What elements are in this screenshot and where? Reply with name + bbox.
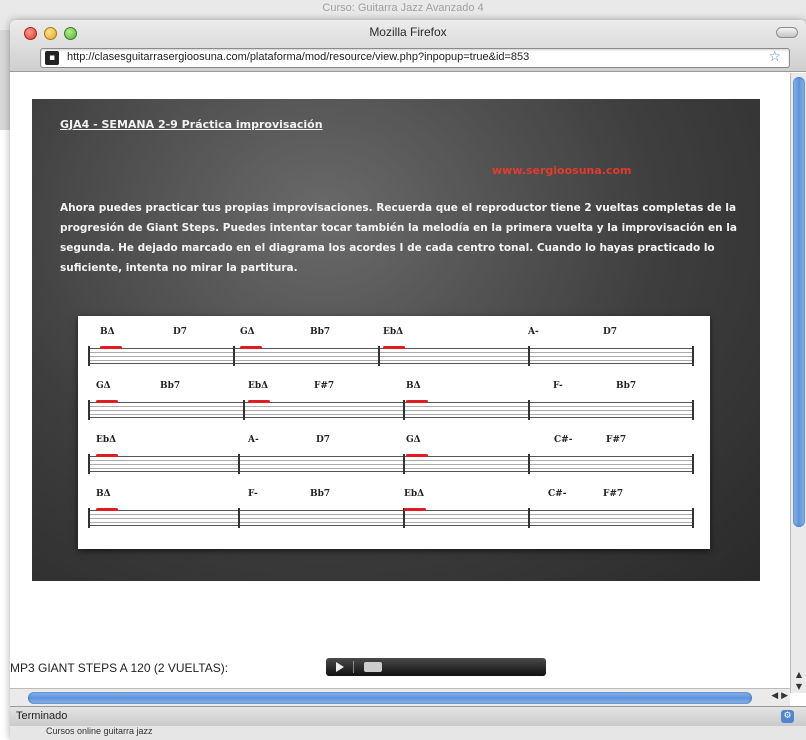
barline xyxy=(378,346,380,366)
tonal-center-marker xyxy=(248,400,270,403)
status-text: Terminado xyxy=(16,710,68,722)
chord-symbol: EbΔ xyxy=(404,489,425,499)
chord-symbol: F- xyxy=(553,381,563,391)
chord-symbol: EbΔ xyxy=(96,435,117,445)
chord-symbol: Bb7 xyxy=(310,489,331,499)
chord-chart-sheet: BΔ D7 GΔ Bb7 EbΔ A- D7 GΔ Bb7 EbΔ F#7 BΔ F- Bb7 EbΔ A- D… xyxy=(78,316,710,549)
vertical-scroll-arrows[interactable]: ▲ ▼ xyxy=(791,669,806,693)
chord-symbol: D7 xyxy=(603,327,618,337)
chord-symbol: F#7 xyxy=(314,381,335,391)
page-content: GJA4 - SEMANA 2-9 Práctica improvisación… xyxy=(10,73,790,693)
barline xyxy=(528,346,530,366)
horizontal-scroll-thumb[interactable] xyxy=(28,692,752,704)
chord-symbol: A- xyxy=(248,435,259,445)
tonal-center-marker xyxy=(100,346,122,349)
barline xyxy=(528,400,530,420)
barline xyxy=(403,508,405,528)
tonal-center-marker xyxy=(406,400,428,403)
chord-symbol: C#- xyxy=(554,435,573,445)
barline xyxy=(243,400,245,420)
chord-symbol: GΔ xyxy=(406,435,421,445)
barline xyxy=(692,346,694,366)
chord-symbol: GΔ xyxy=(240,327,255,337)
barline xyxy=(88,454,90,474)
barline xyxy=(88,508,90,528)
chord-chart-row: GΔ Bb7 EbΔ F#7 BΔ F- Bb7 xyxy=(88,378,694,420)
player-divider xyxy=(353,661,354,673)
barline xyxy=(692,454,694,474)
chord-symbol: F#7 xyxy=(606,435,627,445)
barline xyxy=(238,454,240,474)
firefox-window: Mozilla Firefox ▪ http://clasesguitarras… xyxy=(10,20,806,740)
chord-symbol: F- xyxy=(248,489,258,499)
url-text[interactable]: http://clasesguitarrasergioosuna.com/pla… xyxy=(67,51,529,63)
lesson-body-text: Ahora puedes practicar tus propias impro… xyxy=(60,202,737,274)
chord-symbol: F#7 xyxy=(603,489,624,499)
window-title: Mozilla Firefox xyxy=(369,25,447,39)
barline xyxy=(88,400,90,420)
chord-symbol: EbΔ xyxy=(383,327,404,337)
mp3-label: MP3 GIANT STEPS A 120 (2 VUELTAS): xyxy=(10,661,229,675)
toolbar-toggle-button[interactable] xyxy=(776,27,798,38)
window-titlebar: Mozilla Firefox ▪ http://clasesguitarras… xyxy=(10,20,806,72)
staff-lines xyxy=(88,510,694,526)
chord-symbol: D7 xyxy=(173,327,188,337)
bookmark-star-icon[interactable]: ☆ xyxy=(768,49,781,65)
chord-symbol: BΔ xyxy=(96,489,111,499)
addon-status-icon[interactable]: ⚙ xyxy=(781,710,794,723)
tonal-center-marker xyxy=(383,346,405,349)
barline xyxy=(403,454,405,474)
vertical-scrollbar[interactable]: ▲ ▼ xyxy=(790,73,806,693)
taskbar-item[interactable]: Cursos online guitarra jazz xyxy=(46,726,153,736)
lesson-title: GJA4 - SEMANA 2-9 Práctica improvisación xyxy=(60,118,323,131)
play-icon[interactable] xyxy=(336,662,344,672)
barline xyxy=(238,508,240,528)
chord-symbol: D7 xyxy=(316,435,331,445)
tonal-center-marker xyxy=(96,454,118,457)
website-label: www.sergioosuna.com xyxy=(492,164,632,177)
chord-chart-row: EbΔ A- D7 GΔ C#- F#7 xyxy=(88,432,694,474)
lesson-panel: GJA4 - SEMANA 2-9 Práctica improvisación… xyxy=(32,99,760,581)
address-bar[interactable]: ▪ http://clasesguitarrasergioosuna.com/p… xyxy=(40,48,790,68)
horizontal-scrollbar[interactable]: ◀ ▶ xyxy=(10,688,790,706)
background-window-title: Curso: Guitarra Jazz Avanzado 4 xyxy=(322,2,484,14)
staff-lines xyxy=(88,402,694,418)
tonal-center-marker xyxy=(404,508,426,511)
status-bar: Terminado ⚙ xyxy=(10,706,806,726)
staff-lines xyxy=(88,348,694,364)
barline xyxy=(528,454,530,474)
chord-symbol: C#- xyxy=(548,489,567,499)
volume-slider-knob[interactable] xyxy=(364,662,382,672)
horizontal-scroll-arrows[interactable]: ◀ ▶ xyxy=(771,691,788,701)
chord-symbol: Bb7 xyxy=(310,327,331,337)
site-identity-icon[interactable]: ▪ xyxy=(45,51,59,65)
tonal-center-marker xyxy=(96,400,118,403)
barline xyxy=(692,400,694,420)
audio-player[interactable] xyxy=(326,658,546,676)
barline xyxy=(692,508,694,528)
tonal-center-marker xyxy=(240,346,262,349)
chord-symbol: Bb7 xyxy=(160,381,181,391)
background-taskbar: Cursos online guitarra jazz xyxy=(10,726,806,740)
chord-symbol: EbΔ xyxy=(248,381,269,391)
tonal-center-marker xyxy=(406,454,428,457)
chord-symbol: Bb7 xyxy=(616,381,637,391)
staff-lines xyxy=(88,456,694,472)
chord-chart-row: BΔ F- Bb7 EbΔ C#- F#7 xyxy=(88,486,694,528)
chord-symbol: BΔ xyxy=(100,327,115,337)
chord-symbol: GΔ xyxy=(96,381,111,391)
chord-chart-row: BΔ D7 GΔ Bb7 EbΔ A- D7 xyxy=(88,324,694,366)
barline xyxy=(233,346,235,366)
barline xyxy=(88,346,90,366)
vertical-scroll-thumb[interactable] xyxy=(793,77,805,527)
chord-symbol: A- xyxy=(528,327,539,337)
barline xyxy=(403,400,405,420)
tonal-center-marker xyxy=(96,508,118,511)
chord-symbol: BΔ xyxy=(406,381,421,391)
barline xyxy=(528,508,530,528)
